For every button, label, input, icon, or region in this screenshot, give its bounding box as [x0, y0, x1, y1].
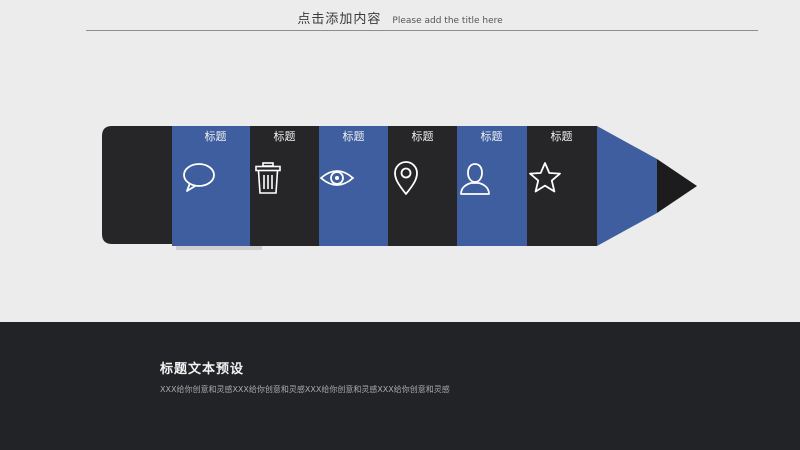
footer-panel: 标题文本预设 XXX给你创意和灵感XXX给你创意和灵感XXX给你创意和灵感XXX… [0, 322, 800, 450]
location-pin-icon [394, 161, 418, 195]
pencil-end-cap [102, 126, 172, 244]
speech-bubble-icon [183, 163, 215, 192]
segment-6-label: 标题 [550, 130, 573, 143]
segment-1[interactable]: 标题 [181, 126, 250, 246]
pencil-lead-tip [657, 159, 697, 213]
pencil-graphic: 标题 标题 标题 标题 标题 标题 [0, 0, 800, 320]
footer-title[interactable]: 标题文本预设 [160, 358, 244, 377]
segment-3[interactable]: 标题 [319, 126, 388, 246]
segment-2[interactable]: 标题 [250, 126, 319, 246]
segment-6[interactable]: 标题 [527, 126, 596, 246]
segment-4-label: 标题 [411, 130, 434, 143]
segment-4[interactable]: 标题 [388, 126, 457, 246]
trash-icon [255, 162, 281, 194]
pencil-cone [597, 126, 657, 246]
user-icon [460, 163, 490, 195]
segment-5[interactable]: 标题 [457, 126, 526, 246]
eye-icon [319, 170, 355, 186]
footer-description[interactable]: XXX给你创意和灵感XXX给你创意和灵感XXX给你创意和灵感XXX给你创意和灵感 [160, 384, 450, 395]
segment-2-label: 标题 [273, 130, 296, 143]
segment-5-label: 标题 [480, 130, 503, 143]
segment-3-label: 标题 [342, 130, 365, 143]
segment-1-label: 标题 [204, 130, 227, 143]
star-icon [529, 162, 561, 193]
